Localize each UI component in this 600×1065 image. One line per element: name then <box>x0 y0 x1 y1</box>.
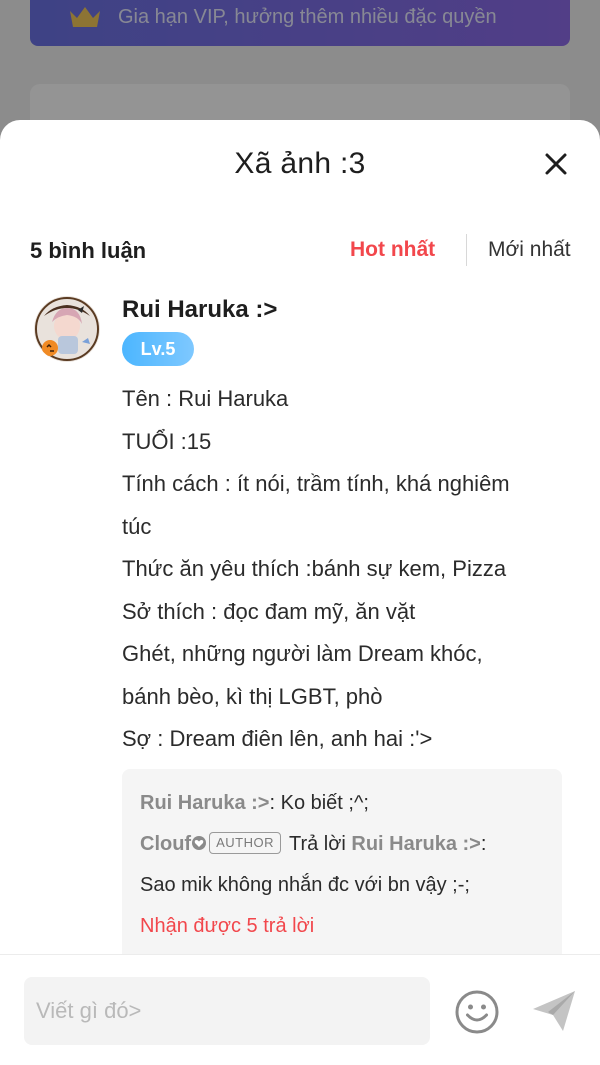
comment-line: bánh bèo, kì thị LGBT, phò <box>122 683 383 709</box>
user-avatar[interactable] <box>34 296 100 362</box>
reply-prefix: Trả lời <box>288 832 346 855</box>
sort-divider <box>466 234 467 266</box>
reply-author[interactable]: Rui Haruka :> <box>140 792 269 814</box>
level-badge: Lv.5 <box>122 332 194 366</box>
comment-body: Tên : Rui Haruka TUỔI :15 Tính cách : ít… <box>122 378 562 761</box>
sort-hot-tab[interactable]: Hot nhất <box>350 238 435 262</box>
sort-bar: 5 bình luận Hot nhất Mới nhất <box>0 208 600 294</box>
sort-new-tab[interactable]: Mới nhất <box>488 238 571 262</box>
reply-target[interactable]: Rui Haruka :> <box>351 833 480 855</box>
comment-line: Thức ăn yêu thích :bánh sự kem, Pizza <box>122 556 507 581</box>
comment-line: Tính cách : ít nói, trầm tính, khá nghiê… <box>122 471 510 496</box>
comment-item: Rui Haruka :> Lv.5 Tên : Rui Haruka TUỔI… <box>0 294 600 961</box>
reply-item: Rui Haruka :>: Ko biết ;^; <box>140 783 544 824</box>
comments-sheet: Xã ảnh :3 5 bình luận Hot nhất Mới nhất <box>0 120 600 1065</box>
reply-text: Sao mik không nhắn đc với bn vậy ;-; <box>140 873 470 896</box>
reply-colon: : <box>480 832 487 855</box>
more-replies-link[interactable]: Nhận được 5 trả lời <box>140 906 544 947</box>
comment-line: Sở thích : đọc đam mỹ, ăn vặt <box>122 598 416 624</box>
comment-line: TUỔI :15 <box>122 428 212 454</box>
comment-author[interactable]: Rui Haruka :> <box>122 294 562 326</box>
sheet-header: Xã ảnh :3 <box>0 120 600 208</box>
comment-line: Tên : Rui Haruka <box>122 386 289 411</box>
smiley-icon[interactable] <box>454 989 500 1035</box>
badge-icon <box>192 835 207 850</box>
comment-line: Ghét, những người làm Dream khóc, <box>122 641 483 666</box>
paper-plane-icon[interactable] <box>530 987 578 1035</box>
reply-box[interactable]: Rui Haruka :>: Ko biết ;^; Clouf AUTHOR Tr… <box>122 768 562 961</box>
comments-count: 5 bình luận <box>30 238 147 263</box>
sheet-title: Xã ảnh :3 <box>234 147 366 180</box>
comment-input-bar <box>0 954 600 1065</box>
reply-item: Clouf AUTHOR Trả lời Rui Haruka :>: <box>140 824 544 865</box>
comment-line: túc <box>122 513 152 539</box>
comment-line: Sợ : Dream điên lên, anh hai :'> <box>122 726 433 751</box>
author-tag: AUTHOR <box>209 831 281 854</box>
comment-input[interactable] <box>24 977 430 1045</box>
close-icon[interactable] <box>542 150 570 178</box>
avatar-image <box>34 296 100 362</box>
reply-text: : Ko biết ;^; <box>269 791 369 814</box>
reply-author[interactable]: Clouf <box>140 833 191 855</box>
